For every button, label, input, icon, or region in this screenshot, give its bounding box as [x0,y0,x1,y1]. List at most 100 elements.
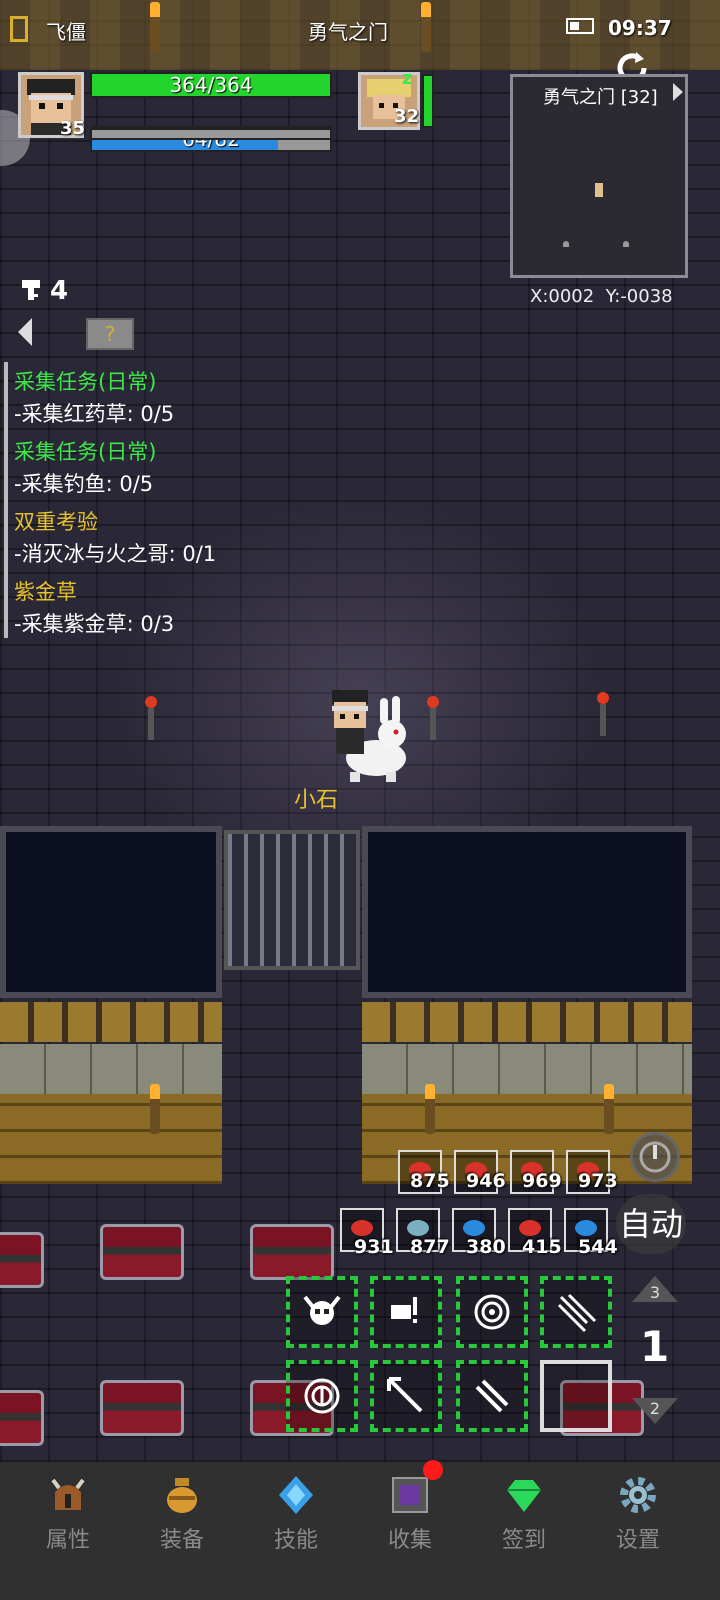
helmet-icon [47,1474,89,1516]
quest-detail: -采集紫金草: 0/3 [14,612,175,636]
chest[interactable] [0,1232,44,1288]
torch-icon [425,1084,435,1134]
chest[interactable] [100,1380,184,1436]
bottom-nav: 属性 装备 技能 收集 签到 设置 [0,1460,720,1600]
quest-detail: -消灭冰与火之哥: 0/1 [14,542,217,566]
nav-label: 签到 [501,1528,546,1553]
target-lock-button[interactable] [630,1132,680,1182]
wall-pattern [0,1044,222,1094]
quest-detail: -采集钓鱼: 0/5 [14,472,154,496]
fish-icon [407,1220,429,1236]
battery-icon [566,18,594,34]
quest-list: 采集任务(日常) -采集红药草: 0/5 采集任务(日常) -采集钓鱼: 0/5… [14,366,216,640]
coordinates: X:0002 Y:-0038 [530,286,673,307]
nav-label: 属性 [45,1528,90,1553]
companion-level: 32 [394,106,420,127]
torch-icon [421,2,431,52]
quest-help-icon[interactable]: ? [86,318,134,350]
skill-slot-vortex[interactable] [456,1276,528,1348]
lock-icon [10,16,28,42]
quest-entry[interactable]: 双重考验 -消灭冰与火之哥: 0/1 [14,506,216,570]
door-marker [623,241,629,247]
lamp-post [427,696,439,744]
companion-hp-bar [422,74,434,128]
collapse-quests-icon[interactable] [18,318,32,346]
skill-slot-empty[interactable] [540,1360,612,1432]
skill-slot-arrow[interactable] [370,1360,442,1432]
chest[interactable] [0,1390,44,1446]
crystal-icon [275,1474,317,1516]
auto-battle-button[interactable]: 自动 [616,1194,686,1254]
player-character[interactable] [322,688,414,784]
blue-potion-icon [463,1220,485,1236]
horned-skull-icon [303,1295,341,1325]
lamp-post [597,692,609,740]
nav-skills[interactable]: 技能 [246,1474,346,1554]
blue-potion-icon [575,1220,597,1236]
torch-icon [150,2,160,52]
exp-bar [90,128,332,140]
quest-title: 采集任务(日常) [14,370,157,394]
chest[interactable] [100,1224,184,1280]
wall-trim [0,1002,222,1042]
multi-arrow-icon [557,1293,597,1333]
quest-entry[interactable]: 采集任务(日常) -采集钓鱼: 0/5 [14,436,216,500]
wall-trim [362,1002,692,1042]
torch-icon [604,1084,614,1134]
potion-count: 877 [410,1236,450,1258]
minimap-expand-icon[interactable] [673,83,683,101]
key-icon [20,278,42,302]
red-potion-icon [351,1220,373,1236]
nav-attributes[interactable]: 属性 [18,1474,118,1554]
vortex-icon [474,1294,510,1330]
quest-title: 紫金草 [14,580,77,604]
wall-pattern [362,1044,692,1094]
potion-count: 544 [578,1236,618,1258]
minimap[interactable]: 勇气之门 [32] [510,74,688,278]
gear-icon [617,1474,659,1516]
fist-strike-icon [391,1297,417,1323]
nav-label: 设置 [615,1528,660,1553]
skill-slot-double-arrow[interactable] [456,1360,528,1432]
hp-bar: 364/364 [90,72,332,98]
quest-title: 双重考验 [14,510,98,534]
nav-label: 装备 [159,1528,204,1553]
nav-equipment[interactable]: 装备 [132,1474,232,1554]
door-marker [563,241,569,247]
book-icon [389,1460,443,1516]
page-down-label: 2 [649,1399,661,1418]
potion-count: 946 [466,1170,506,1192]
nav-label: 收集 [387,1528,432,1553]
potion-count: 380 [466,1236,506,1258]
quest-panel-scrollbar[interactable] [4,362,8,638]
potion-count: 973 [578,1170,618,1192]
notification-dot [423,1460,443,1480]
player-level: 35 [60,118,86,139]
double-arrow-icon [475,1379,509,1413]
player-marker [595,183,603,197]
skill-slot-strike[interactable] [370,1276,442,1348]
quest-entry[interactable]: 采集任务(日常) -采集红药草: 0/5 [14,366,216,430]
red-potion-icon [519,1220,541,1236]
potion-count: 969 [522,1170,562,1192]
potion-count: 875 [410,1170,450,1192]
skill-slot-horned-skull[interactable] [286,1276,358,1348]
nav-label: 技能 [273,1528,318,1553]
iron-gate[interactable] [224,830,360,970]
arrow-icon [387,1377,423,1413]
location-label: 飞僵 [46,20,86,44]
nav-collection[interactable]: 收集 [360,1460,460,1554]
page-up-label: 3 [649,1283,661,1302]
skill-slot-spiral[interactable] [286,1360,358,1432]
sleep-icon: z [402,68,413,89]
minimap-title: 勇气之门 [32] [543,87,658,108]
quest-title: 采集任务(日常) [14,440,157,464]
key-count: 4 [50,276,69,306]
chest[interactable] [250,1224,334,1280]
skill-slot-multi-arrow[interactable] [540,1276,612,1348]
quest-entry[interactable]: 紫金草 -采集紫金草: 0/3 [14,576,216,640]
torch-icon [150,1084,160,1134]
nav-settings[interactable]: 设置 [588,1474,688,1554]
npc-name-label: 小石 [294,788,339,813]
nav-checkin[interactable]: 签到 [474,1474,574,1554]
